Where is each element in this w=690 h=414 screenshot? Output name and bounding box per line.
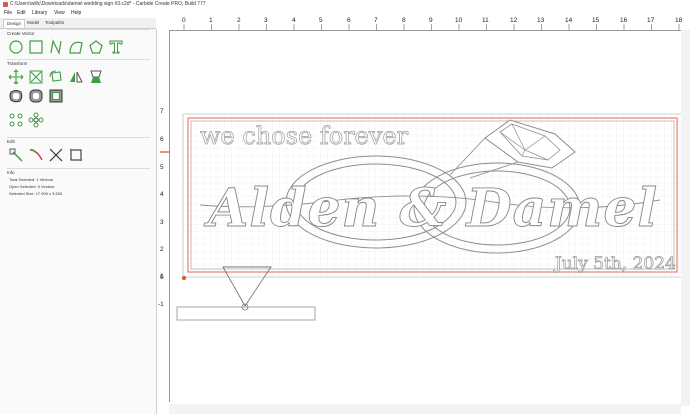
names-text[interactable]: Alden & Damel bbox=[203, 178, 658, 240]
horizontal-scrollbar[interactable] bbox=[169, 404, 681, 414]
design-drawing: we chose forever Alden & Damel July 5th,… bbox=[160, 113, 684, 321]
vertical-scrollbar[interactable] bbox=[681, 30, 690, 406]
origin-marker bbox=[181, 275, 187, 281]
material-panel[interactable] bbox=[176, 306, 316, 321]
date-text[interactable]: July 5th, 2024 bbox=[553, 254, 677, 275]
tagline-text[interactable]: we chose forever bbox=[200, 122, 409, 151]
